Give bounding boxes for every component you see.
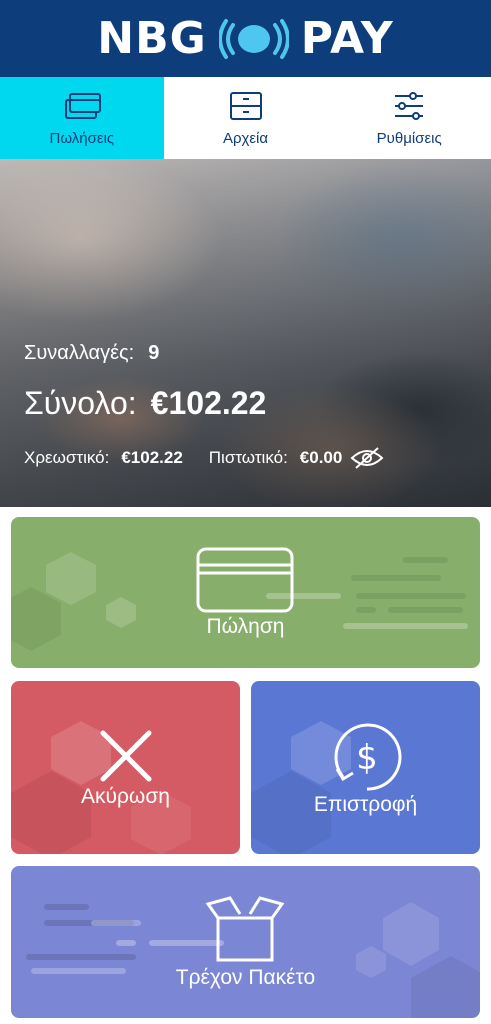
credit-card-icon — [196, 547, 294, 613]
total-value: €102.22 — [150, 385, 267, 421]
sliders-icon — [395, 91, 424, 120]
debit-label: Χρεωστικό: — [24, 448, 110, 467]
brand-right: PAY — [300, 13, 394, 64]
cancel-button[interactable]: Ακύρωση — [11, 681, 240, 854]
total-label: Σύνολο: — [24, 385, 137, 421]
tab-settings-label: Ρυθμίσεις — [376, 129, 442, 147]
transactions-count: Συναλλαγές: 9 — [24, 342, 159, 365]
app-header: NBG PAY — [0, 0, 491, 77]
nbg-pay-logo: NBG PAY — [97, 13, 393, 64]
drawer-icon — [229, 91, 262, 120]
sale-button[interactable]: Πώληση — [11, 517, 480, 668]
contactless-logo-icon — [218, 18, 289, 59]
tab-files[interactable]: Αρχεία — [164, 77, 328, 159]
credit-label: Πιστωτικό: — [208, 448, 288, 467]
tab-sales[interactable]: Πωλήσεις — [0, 77, 164, 159]
refund-button[interactable]: $ Επιστροφή — [251, 681, 480, 854]
transactions-label: Συναλλαγές: — [24, 342, 135, 364]
debit-value: €102.22 — [121, 448, 183, 467]
tab-files-label: Αρχεία — [222, 129, 269, 147]
svg-text:$: $ — [356, 738, 378, 778]
sale-label: Πώληση — [206, 615, 285, 638]
eye-off-icon[interactable] — [350, 446, 384, 470]
tab-sales-label: Πωλήσεις — [49, 129, 115, 147]
package-box-icon — [205, 896, 285, 962]
refund-dollar-icon: $ — [334, 723, 402, 791]
brand-left: NBG — [97, 13, 207, 64]
current-batch-button[interactable]: Τρέχον Πακέτο — [11, 866, 480, 1018]
current-batch-label: Τρέχον Πακέτο — [175, 966, 316, 989]
close-icon — [100, 730, 152, 782]
cancel-label: Ακύρωση — [81, 785, 170, 808]
credit-value: €0.00 — [299, 448, 343, 467]
debit-credit-row: Χρεωστικό: €102.22 Πιστωτικό: €0.00 — [24, 446, 474, 470]
refund-label: Επιστροφή — [313, 793, 418, 816]
total-amount: Σύνολο: €102.22 — [24, 385, 266, 422]
tab-settings[interactable]: Ρυθμίσεις — [327, 77, 491, 159]
tab-bar: Πωλήσεις Αρχεία Ρυθμίσεις — [0, 77, 491, 159]
cards-icon — [64, 92, 101, 119]
transactions-value: 9 — [148, 342, 160, 364]
sales-summary-panel: Συναλλαγές: 9 Σύνολο: €102.22 Χρεωστικό: €… — [0, 159, 491, 507]
